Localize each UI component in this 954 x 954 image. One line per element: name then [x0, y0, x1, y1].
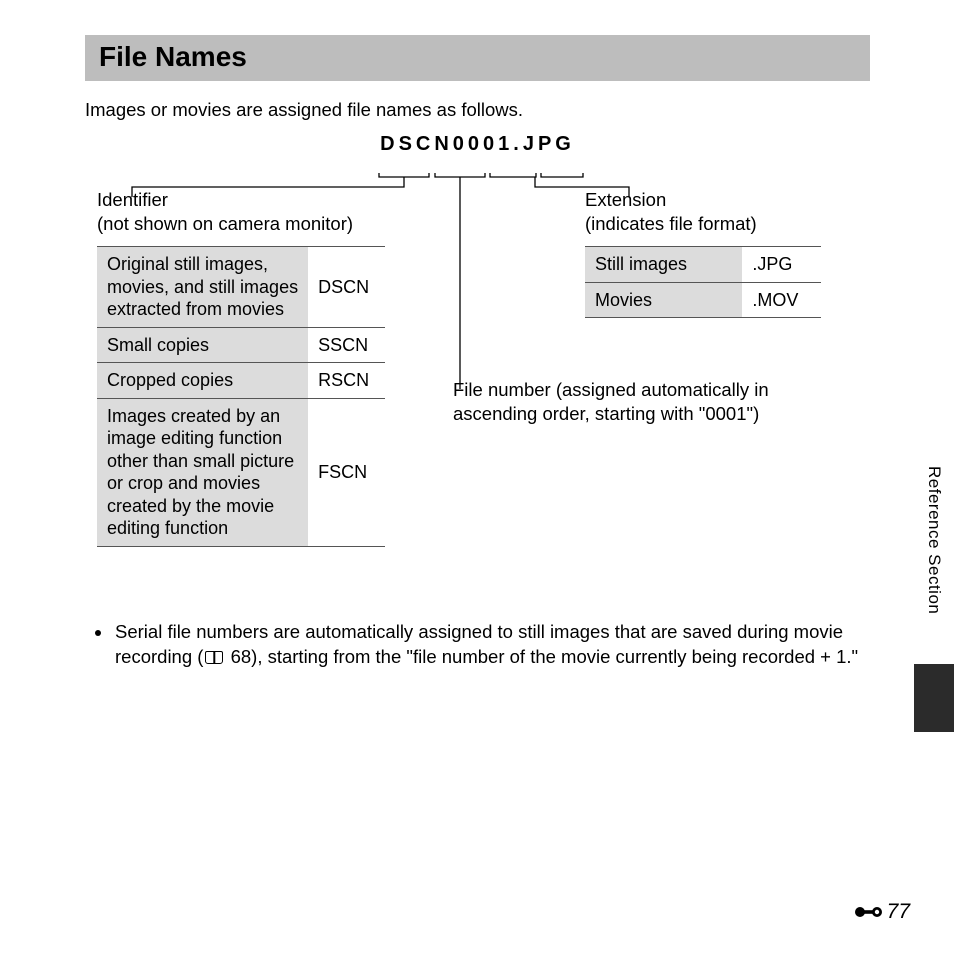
side-tab: Reference Section [914, 464, 954, 732]
side-tab-marker [914, 664, 954, 732]
identifier-code: RSCN [308, 363, 385, 399]
note-text-after: ), starting from the "file number of the… [251, 646, 858, 667]
note-page-ref: 68 [231, 646, 252, 667]
section-heading-bar: File Names [85, 35, 870, 81]
filename-diagram: Identifier (not shown on camera monitor)… [85, 188, 870, 608]
identifier-desc: Original still images, movies, and still… [97, 247, 308, 328]
table-row: Cropped copies RSCN [97, 363, 385, 399]
identifier-code: SSCN [308, 327, 385, 363]
extension-table: Still images .JPG Movies .MOV [585, 246, 821, 318]
identifier-code: FSCN [308, 398, 385, 546]
file-number-label: File number (assigned automatically in a… [453, 378, 833, 426]
identifier-table: Original still images, movies, and still… [97, 246, 385, 547]
notes-list: Serial file numbers are automatically as… [85, 620, 870, 670]
filename-example: DSCN0001.JPG [85, 133, 870, 156]
intro-text: Images or movies are assigned file names… [85, 99, 870, 121]
identifier-desc: Cropped copies [97, 363, 308, 399]
extension-label: Extension (indicates file format) [585, 188, 757, 236]
identifier-label: Identifier (not shown on camera monitor) [97, 188, 353, 236]
page-number-value: 77 [887, 900, 910, 924]
table-row: Movies .MOV [585, 282, 821, 318]
table-row: Original still images, movies, and still… [97, 247, 385, 328]
extension-desc: Movies [585, 282, 742, 318]
identifier-title: Identifier [97, 189, 168, 210]
table-row: Small copies SSCN [97, 327, 385, 363]
identifier-desc: Images created by an image editing funct… [97, 398, 308, 546]
identifier-code: DSCN [308, 247, 385, 328]
page-number: 77 [855, 900, 910, 924]
extension-code: .MOV [742, 282, 821, 318]
extension-title: Extension [585, 189, 666, 210]
extension-desc: Still images [585, 247, 742, 283]
section-heading: File Names [99, 41, 856, 73]
note-item: Serial file numbers are automatically as… [113, 620, 870, 670]
extension-code: .JPG [742, 247, 821, 283]
identifier-desc: Small copies [97, 327, 308, 363]
side-tab-label: Reference Section [924, 466, 944, 614]
manual-ref-icon [205, 651, 223, 664]
table-row: Still images .JPG [585, 247, 821, 283]
extension-subtitle: (indicates file format) [585, 213, 757, 234]
identifier-subtitle: (not shown on camera monitor) [97, 213, 353, 234]
reference-section-icon [855, 904, 883, 920]
table-row: Images created by an image editing funct… [97, 398, 385, 546]
